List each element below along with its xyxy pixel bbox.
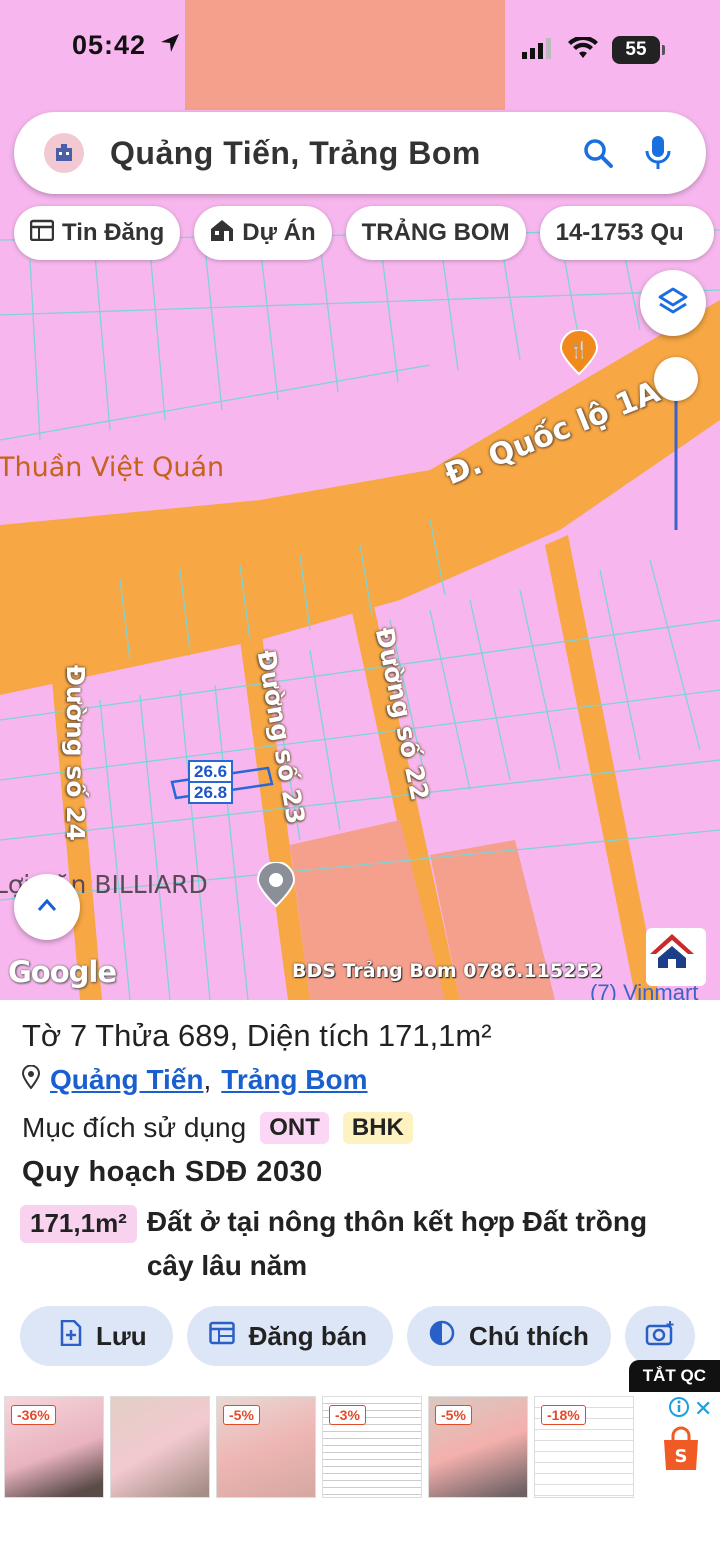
location-pin-icon: [21, 1064, 41, 1096]
location-arrow-icon: [159, 30, 181, 61]
discount-badge: -36%: [11, 1405, 56, 1425]
location-row: Quảng Tiến, Trảng Bom: [21, 1064, 368, 1096]
discount-badge: -18%: [541, 1405, 586, 1425]
post-sale-button[interactable]: Đăng bán: [186, 1306, 394, 1366]
svg-text:🍴: 🍴: [569, 340, 589, 359]
plan-area-badge: 171,1m²: [20, 1205, 137, 1243]
shopping-bag-icon[interactable]: S: [660, 1426, 702, 1477]
ad-close-icon[interactable]: ✕: [694, 1396, 712, 1422]
wifi-icon: [568, 35, 598, 64]
chip-trang-bom[interactable]: TRẢNG BOM: [345, 206, 526, 260]
status-icons: 55: [522, 30, 665, 70]
layers-icon: [658, 286, 688, 321]
chip-tin-dang[interactable]: Tin Đăng: [14, 206, 181, 260]
save-button[interactable]: Lưu: [20, 1306, 173, 1366]
chip-du-an[interactable]: Dự Án: [194, 206, 332, 260]
post-sale-label: Đăng bán: [248, 1320, 368, 1351]
calendar-icon: [208, 1321, 235, 1352]
contrast-icon: [429, 1320, 455, 1353]
watermark-text: BDS Trảng Bom 0786.115252: [292, 960, 603, 982]
ad-info-icon[interactable]: [668, 1396, 690, 1423]
chevron-up-icon: [37, 898, 57, 917]
app-logo-icon[interactable]: [44, 133, 84, 173]
status-time: 05:42: [72, 30, 181, 70]
restaurant-pin-icon[interactable]: 🍴: [558, 330, 600, 376]
chip-label: TRẢNG BOM: [361, 219, 510, 246]
parcel-block: [185, 0, 505, 110]
plan-area-description: Đất ở tại nông thôn kết hợp Đất trồng câ…: [146, 1206, 648, 1281]
purpose-row: Mục đích sử dụng ONT BHK: [22, 1112, 413, 1144]
chip-label: Tin Đăng: [62, 219, 165, 246]
battery-icon: 55: [612, 36, 665, 64]
search-query[interactable]: Quảng Tiến, Trảng Bom: [110, 135, 576, 172]
calendar-icon: [29, 219, 55, 248]
discount-badge: -3%: [329, 1405, 366, 1425]
expand-button[interactable]: [14, 874, 80, 940]
save-label: Lưu: [96, 1320, 147, 1351]
location-separator: ,: [203, 1064, 212, 1095]
legend-button[interactable]: Chú thích: [407, 1306, 611, 1366]
road-east: [545, 535, 660, 1000]
ad-product-image[interactable]: -3%: [322, 1396, 422, 1498]
signal-icon: [522, 37, 554, 64]
layers-button[interactable]: [640, 270, 706, 336]
clock: 05:42: [72, 30, 147, 60]
place-pin-icon[interactable]: [256, 862, 296, 908]
edge-length-label: 26.6: [188, 760, 234, 783]
plan-area-row: 171,1m² Đất ở tại nông thôn kết hợp Đất …: [20, 1205, 667, 1288]
purpose-code-badge: BHK: [342, 1112, 413, 1144]
chip-code[interactable]: 14-1753 Qu: [539, 206, 714, 260]
plan-title: Quy hoạch SDĐ 2030: [22, 1156, 323, 1188]
google-logo: Google: [8, 955, 117, 989]
chip-label: Dự Án: [242, 219, 316, 246]
discount-badge: -5%: [223, 1405, 260, 1425]
poi-restaurant-label[interactable]: Thuần Việt Quán: [0, 452, 224, 483]
chip-label: 14-1753 Qu: [555, 219, 684, 246]
search-icon[interactable]: [576, 131, 620, 175]
discount-badge: -5%: [435, 1405, 472, 1425]
filter-chips: Tin Đăng Dự Án TRẢNG BOM 14-1753 Qu: [14, 206, 714, 260]
ad-product-image[interactable]: -36%: [4, 1396, 104, 1498]
ward-link[interactable]: Quảng Tiến: [50, 1064, 204, 1096]
parcel-title: Tờ 7 Thửa 689, Diện tích 171,1m²: [22, 1018, 492, 1053]
svg-text:S: S: [675, 1446, 688, 1467]
add-photo-icon: [645, 1320, 675, 1353]
mic-icon[interactable]: [636, 131, 680, 175]
ad-product-image[interactable]: -5%: [428, 1396, 528, 1498]
ad-product-image[interactable]: [110, 1396, 210, 1498]
search-bar[interactable]: Quảng Tiến, Trảng Bom: [14, 112, 706, 194]
add-document-icon: [60, 1319, 82, 1353]
road-24-label: Đường số 24: [61, 665, 90, 841]
parcel-info-sheet: Tờ 7 Thửa 689, Diện tích 171,1m² Quảng T…: [0, 1000, 720, 1390]
building-icon: [210, 218, 234, 249]
purpose-code-badge: ONT: [260, 1112, 329, 1144]
action-buttons: Lưu Đăng bán Chú thích: [20, 1306, 695, 1366]
camera-button[interactable]: [624, 1306, 695, 1366]
ad-product-image[interactable]: -18%: [534, 1396, 634, 1498]
ad-banner[interactable]: -36% -5% -3% -5% -18% ✕ S: [0, 1392, 720, 1560]
ad-product-image[interactable]: -5%: [216, 1396, 316, 1498]
district-link[interactable]: Trảng Bom: [221, 1064, 367, 1096]
edge-length-label: 26.8: [188, 781, 234, 804]
close-ads-button[interactable]: TẮT QC: [628, 1360, 720, 1392]
brand-logo: [646, 928, 706, 986]
zoom-slider-handle[interactable]: [654, 357, 698, 401]
purpose-label: Mục đích sử dụng: [22, 1112, 247, 1143]
legend-label: Chú thích: [469, 1320, 589, 1351]
